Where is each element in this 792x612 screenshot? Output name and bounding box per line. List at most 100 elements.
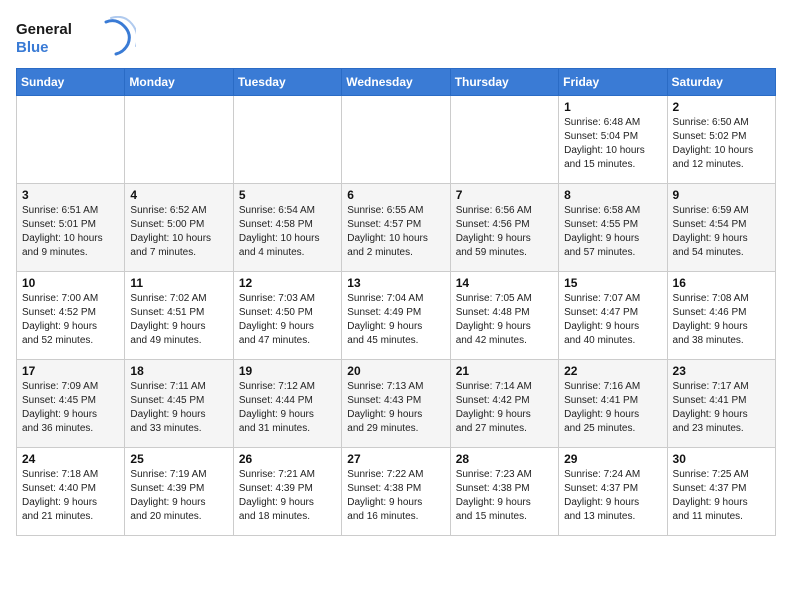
day-number: 8: [564, 188, 661, 202]
calendar-cell: 8 Sunrise: 6:58 AM Sunset: 4:55 PM Daylig…: [559, 184, 667, 272]
weekday-header-thursday: Thursday: [450, 69, 558, 96]
day-info: Sunrise: 6:55 AM Sunset: 4:57 PM Dayligh…: [347, 204, 444, 260]
calendar-week-5: 24Sunrise: 7:18 AM Sunset: 4:40 PM Dayli…: [17, 448, 776, 536]
calendar-cell: 2 Sunrise: 6:50 AM Sunset: 5:02 PM Daylig…: [667, 96, 775, 184]
day-number: 10: [22, 276, 119, 290]
calendar-cell: 7 Sunrise: 6:56 AM Sunset: 4:56 PM Daylig…: [450, 184, 558, 272]
day-number: 1: [564, 100, 661, 114]
day-info: Sunrise: 6:50 AM Sunset: 5:02 PM Dayligh…: [673, 116, 770, 172]
day-number: 17: [22, 364, 119, 378]
day-info: Sunrise: 7:03 AM Sunset: 4:50 PM Dayligh…: [239, 292, 336, 348]
day-info: Sunrise: 7:25 AM Sunset: 4:37 PM Dayligh…: [673, 468, 770, 524]
day-info: Sunrise: 6:51 AM Sunset: 5:01 PM Dayligh…: [22, 204, 119, 260]
calendar-cell: [450, 96, 558, 184]
svg-text:General: General: [16, 21, 72, 38]
calendar-cell: 28 Sunrise: 7:23 AM Sunset: 4:38 PM Dayli…: [450, 448, 558, 536]
calendar-cell: 23 Sunrise: 7:17 AM Sunset: 4:41 PM Dayli…: [667, 360, 775, 448]
calendar-cell: 26 Sunrise: 7:21 AM Sunset: 4:39 PM Dayli…: [233, 448, 341, 536]
calendar-cell: 25 Sunrise: 7:19 AM Sunset: 4:39 PM Dayli…: [125, 448, 233, 536]
calendar-cell: 4Sunrise: 6:52 AM Sunset: 5:00 PM Daylig…: [125, 184, 233, 272]
calendar-cell: [233, 96, 341, 184]
day-number: 26: [239, 452, 336, 466]
calendar-cell: 1Sunrise: 6:48 AM Sunset: 5:04 PM Daylig…: [559, 96, 667, 184]
weekday-header-saturday: Saturday: [667, 69, 775, 96]
day-number: 5: [239, 188, 336, 202]
day-number: 18: [130, 364, 227, 378]
day-info: Sunrise: 6:56 AM Sunset: 4:56 PM Dayligh…: [456, 204, 553, 260]
day-number: 21: [456, 364, 553, 378]
day-number: 7: [456, 188, 553, 202]
weekday-header-friday: Friday: [559, 69, 667, 96]
day-number: 23: [673, 364, 770, 378]
day-info: Sunrise: 7:11 AM Sunset: 4:45 PM Dayligh…: [130, 380, 227, 436]
day-info: Sunrise: 6:52 AM Sunset: 5:00 PM Dayligh…: [130, 204, 227, 260]
day-info: Sunrise: 6:58 AM Sunset: 4:55 PM Dayligh…: [564, 204, 661, 260]
calendar-cell: 17 Sunrise: 7:09 AM Sunset: 4:45 PM Dayli…: [17, 360, 125, 448]
day-number: 29: [564, 452, 661, 466]
calendar-cell: 24Sunrise: 7:18 AM Sunset: 4:40 PM Dayli…: [17, 448, 125, 536]
day-info: Sunrise: 7:08 AM Sunset: 4:46 PM Dayligh…: [673, 292, 770, 348]
calendar-week-4: 17 Sunrise: 7:09 AM Sunset: 4:45 PM Dayli…: [17, 360, 776, 448]
calendar-table: SundayMondayTuesdayWednesdayThursdayFrid…: [16, 68, 776, 536]
day-info: Sunrise: 7:09 AM Sunset: 4:45 PM Dayligh…: [22, 380, 119, 436]
calendar-cell: 19 Sunrise: 7:12 AM Sunset: 4:44 PM Dayli…: [233, 360, 341, 448]
calendar-cell: 21 Sunrise: 7:14 AM Sunset: 4:42 PM Dayli…: [450, 360, 558, 448]
calendar-cell: 11Sunrise: 7:02 AM Sunset: 4:51 PM Dayli…: [125, 272, 233, 360]
day-info: Sunrise: 7:00 AM Sunset: 4:52 PM Dayligh…: [22, 292, 119, 348]
day-info: Sunrise: 7:14 AM Sunset: 4:42 PM Dayligh…: [456, 380, 553, 436]
day-info: Sunrise: 7:12 AM Sunset: 4:44 PM Dayligh…: [239, 380, 336, 436]
svg-text:Blue: Blue: [16, 39, 49, 56]
day-number: 15: [564, 276, 661, 290]
day-info: Sunrise: 7:17 AM Sunset: 4:41 PM Dayligh…: [673, 380, 770, 436]
calendar-cell: [125, 96, 233, 184]
calendar-cell: 18 Sunrise: 7:11 AM Sunset: 4:45 PM Dayli…: [125, 360, 233, 448]
day-number: 20: [347, 364, 444, 378]
calendar-cell: 9Sunrise: 6:59 AM Sunset: 4:54 PM Daylig…: [667, 184, 775, 272]
calendar-cell: 10 Sunrise: 7:00 AM Sunset: 4:52 PM Dayli…: [17, 272, 125, 360]
day-number: 19: [239, 364, 336, 378]
day-info: Sunrise: 7:19 AM Sunset: 4:39 PM Dayligh…: [130, 468, 227, 524]
calendar-cell: 14Sunrise: 7:05 AM Sunset: 4:48 PM Dayli…: [450, 272, 558, 360]
calendar-cell: 27 Sunrise: 7:22 AM Sunset: 4:38 PM Dayli…: [342, 448, 450, 536]
day-info: Sunrise: 7:23 AM Sunset: 4:38 PM Dayligh…: [456, 468, 553, 524]
calendar-cell: 15Sunrise: 7:07 AM Sunset: 4:47 PM Dayli…: [559, 272, 667, 360]
calendar-cell: 5 Sunrise: 6:54 AM Sunset: 4:58 PM Daylig…: [233, 184, 341, 272]
day-number: 28: [456, 452, 553, 466]
logo-svg: General Blue: [16, 16, 136, 60]
weekday-header-sunday: Sunday: [17, 69, 125, 96]
day-info: Sunrise: 7:02 AM Sunset: 4:51 PM Dayligh…: [130, 292, 227, 348]
calendar-cell: [342, 96, 450, 184]
day-info: Sunrise: 7:21 AM Sunset: 4:39 PM Dayligh…: [239, 468, 336, 524]
day-info: Sunrise: 6:59 AM Sunset: 4:54 PM Dayligh…: [673, 204, 770, 260]
calendar-week-1: 1Sunrise: 6:48 AM Sunset: 5:04 PM Daylig…: [17, 96, 776, 184]
day-info: Sunrise: 7:05 AM Sunset: 4:48 PM Dayligh…: [456, 292, 553, 348]
calendar-cell: [17, 96, 125, 184]
day-info: Sunrise: 6:54 AM Sunset: 4:58 PM Dayligh…: [239, 204, 336, 260]
day-number: 12: [239, 276, 336, 290]
calendar-header: SundayMondayTuesdayWednesdayThursdayFrid…: [17, 69, 776, 96]
day-number: 13: [347, 276, 444, 290]
calendar-week-2: 3Sunrise: 6:51 AM Sunset: 5:01 PM Daylig…: [17, 184, 776, 272]
day-number: 27: [347, 452, 444, 466]
day-number: 24: [22, 452, 119, 466]
weekday-header-tuesday: Tuesday: [233, 69, 341, 96]
day-number: 6: [347, 188, 444, 202]
day-info: Sunrise: 7:16 AM Sunset: 4:41 PM Dayligh…: [564, 380, 661, 436]
calendar-body: 1Sunrise: 6:48 AM Sunset: 5:04 PM Daylig…: [17, 96, 776, 536]
day-number: 30: [673, 452, 770, 466]
day-number: 16: [673, 276, 770, 290]
day-info: Sunrise: 7:04 AM Sunset: 4:49 PM Dayligh…: [347, 292, 444, 348]
calendar-cell: 29 Sunrise: 7:24 AM Sunset: 4:37 PM Dayli…: [559, 448, 667, 536]
day-info: Sunrise: 7:22 AM Sunset: 4:38 PM Dayligh…: [347, 468, 444, 524]
day-info: Sunrise: 7:24 AM Sunset: 4:37 PM Dayligh…: [564, 468, 661, 524]
logo: General Blue: [16, 16, 136, 60]
calendar-cell: 20 Sunrise: 7:13 AM Sunset: 4:43 PM Dayli…: [342, 360, 450, 448]
weekday-header-monday: Monday: [125, 69, 233, 96]
day-number: 22: [564, 364, 661, 378]
day-info: Sunrise: 7:13 AM Sunset: 4:43 PM Dayligh…: [347, 380, 444, 436]
weekday-header-row: SundayMondayTuesdayWednesdayThursdayFrid…: [17, 69, 776, 96]
calendar-cell: 13 Sunrise: 7:04 AM Sunset: 4:49 PM Dayli…: [342, 272, 450, 360]
day-number: 2: [673, 100, 770, 114]
calendar-cell: 3Sunrise: 6:51 AM Sunset: 5:01 PM Daylig…: [17, 184, 125, 272]
day-number: 25: [130, 452, 227, 466]
